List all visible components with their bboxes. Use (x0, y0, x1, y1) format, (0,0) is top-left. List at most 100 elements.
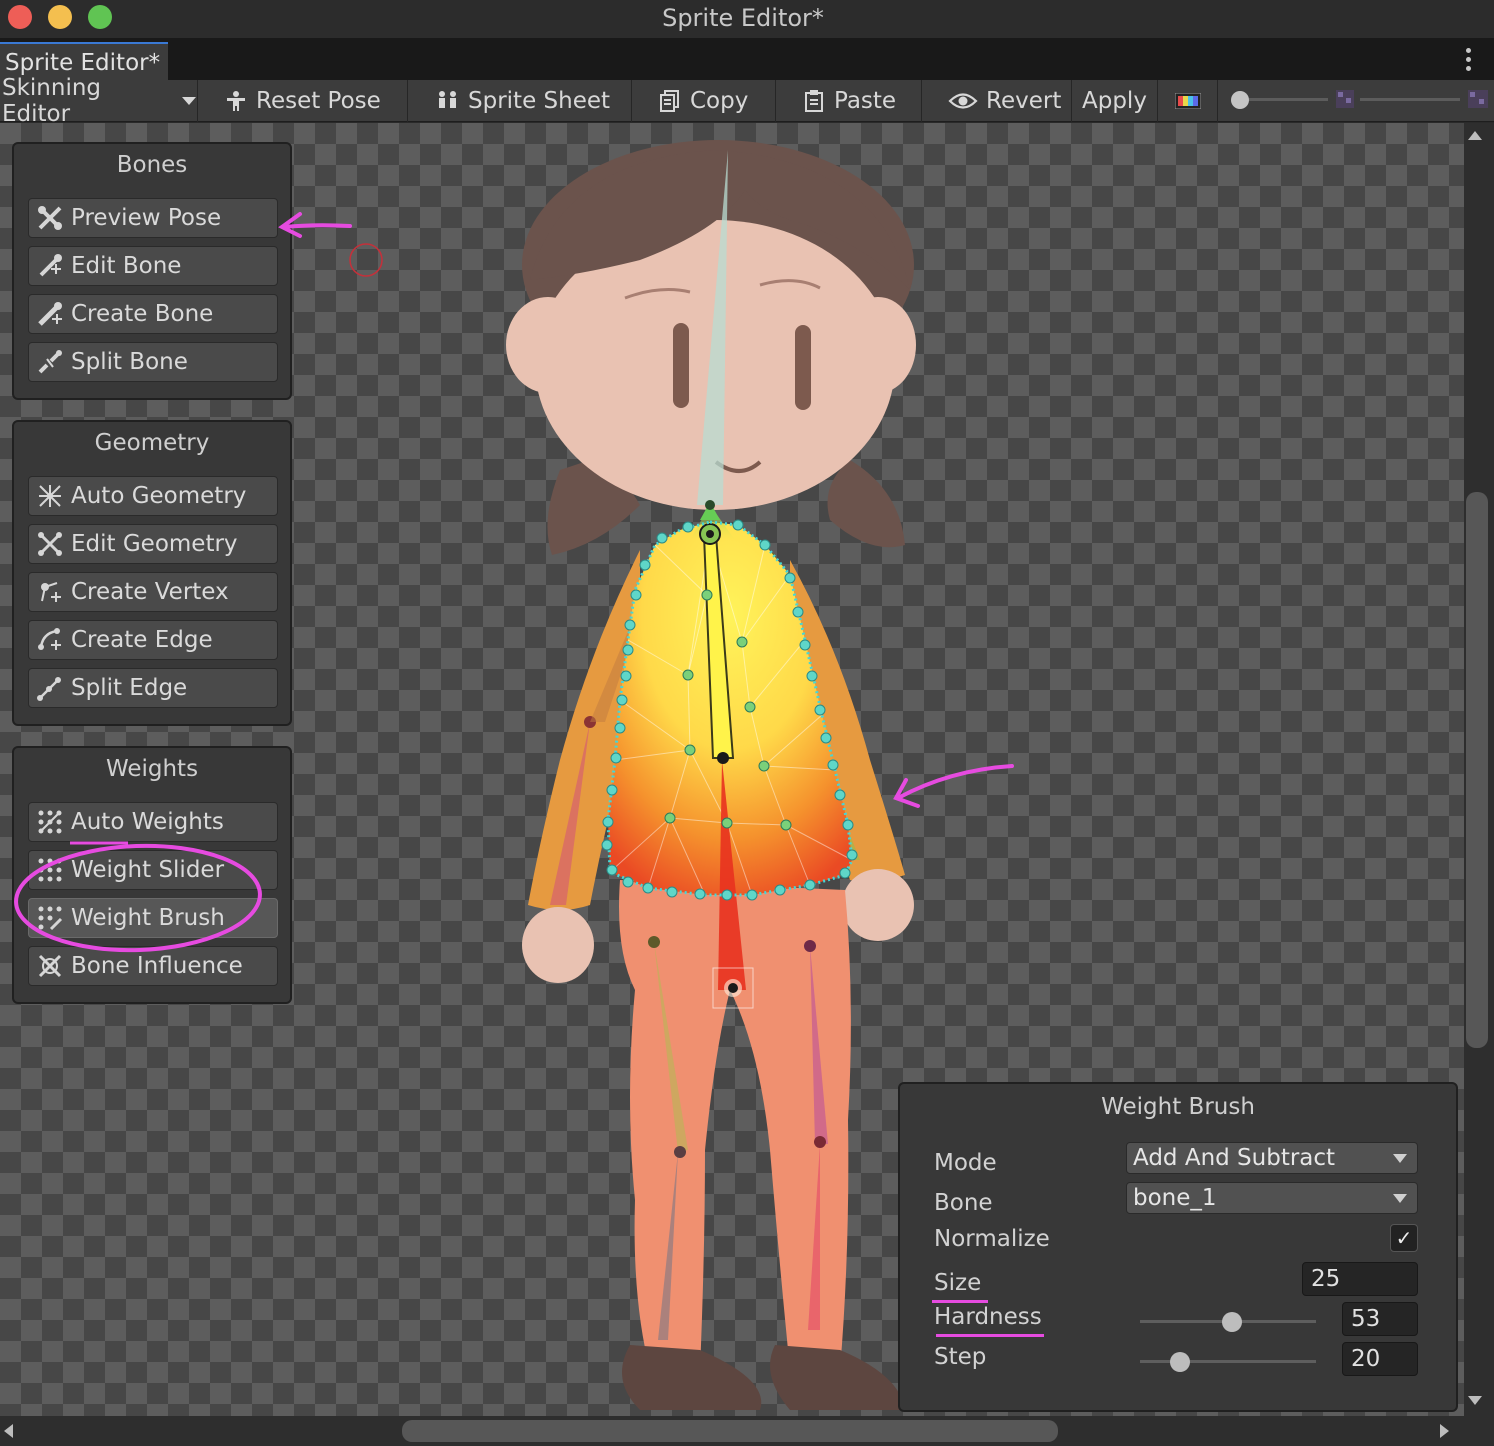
bone-influence-icon (38, 954, 62, 978)
bone-influence-button[interactable]: Bone Influence (28, 946, 278, 986)
color-toggle-button[interactable] (1158, 80, 1218, 122)
hardness-slider-handle[interactable] (1222, 1312, 1242, 1332)
create-edge-label: Create Edge (71, 627, 213, 653)
create-bone-label: Create Bone (71, 301, 214, 327)
eye-icon (948, 93, 978, 109)
split-bone-label: Split Bone (71, 349, 188, 375)
opacity-slider[interactable] (1228, 90, 1328, 110)
auto-geometry-icon (39, 485, 61, 507)
bones-panel: Bones Preview Pose Edit Bone Create Bone… (12, 142, 292, 400)
weight-slider-button[interactable]: Weight Slider (28, 850, 278, 890)
size-field[interactable]: 25 (1302, 1262, 1418, 1296)
horizontal-scroll-thumb[interactable] (402, 1420, 1058, 1442)
weights-panel-title: Weights (105, 756, 199, 782)
hardness-field[interactable]: 53 (1342, 1302, 1418, 1336)
weight-brush-icon (38, 906, 63, 931)
weights-panel: Weights Auto Weights Weight Slider Weigh… (12, 746, 292, 1004)
edit-geometry-label: Edit Geometry (71, 531, 238, 557)
hardness-underline-annotation (936, 1334, 1044, 1337)
apply-label: Apply (1082, 88, 1147, 114)
chevron-down-icon (182, 97, 197, 105)
create-vertex-button[interactable]: Create Vertex (28, 572, 278, 612)
preview-pose-icon (38, 206, 62, 230)
geometry-panel: Geometry Auto Geometry Edit Geometry Cre… (12, 420, 292, 726)
auto-weights-icon (38, 810, 62, 834)
copy-icon (660, 90, 679, 112)
more-menu-icon[interactable] (1466, 48, 1472, 75)
chevron-down-icon (1393, 1194, 1407, 1203)
reset-pose-button[interactable]: Reset Pose (198, 80, 408, 122)
scroll-left-arrow-icon[interactable] (4, 1424, 13, 1438)
mode-dropdown[interactable]: Add And Subtract (1126, 1142, 1418, 1174)
mesh-opacity-slider[interactable] (1360, 90, 1460, 110)
size-label: Size (934, 1270, 982, 1296)
weight-brush-panel: Weight Brush Mode Add And Subtract Bone … (898, 1082, 1458, 1412)
weight-slider-label: Weight Slider (71, 857, 225, 883)
mode-value: Add And Subtract (1133, 1145, 1336, 1171)
split-bone-icon (38, 350, 62, 374)
bone-dropdown[interactable]: bone_1 (1126, 1182, 1418, 1214)
split-edge-button[interactable]: Split Edge (28, 668, 278, 708)
size-underline-annotation (932, 1300, 988, 1303)
bone-value: bone_1 (1133, 1185, 1217, 1211)
weight-brush-title: Weight Brush (1101, 1094, 1255, 1120)
step-label: Step (934, 1344, 987, 1370)
sprite-sheet-button[interactable]: Sprite Sheet (408, 80, 632, 122)
title-bar: Sprite Editor* (0, 0, 1494, 38)
hardness-label: Hardness (934, 1304, 1042, 1330)
scroll-down-arrow-icon[interactable] (1468, 1396, 1482, 1405)
preview-pose-label: Preview Pose (71, 205, 222, 231)
auto-weights-button[interactable]: Auto Weights (28, 802, 278, 842)
geometry-panel-title: Geometry (94, 430, 210, 456)
paste-label: Paste (834, 88, 897, 114)
tab-row: Sprite Editor* (0, 38, 1494, 80)
create-bone-button[interactable]: Create Bone (28, 294, 278, 334)
step-field[interactable]: 20 (1342, 1342, 1418, 1376)
bone-influence-label: Bone Influence (71, 953, 243, 979)
auto-weights-label: Auto Weights (71, 809, 224, 835)
sprite-sheet-label: Sprite Sheet (468, 88, 611, 114)
bones-panel-title: Bones (116, 152, 188, 178)
edit-geometry-icon (38, 532, 62, 556)
create-vertex-label: Create Vertex (71, 579, 229, 605)
sprite-sheet-icon (439, 91, 456, 108)
apply-button[interactable]: Apply (1072, 80, 1158, 122)
paste-button[interactable]: Paste (776, 80, 922, 122)
create-vertex-icon (41, 582, 61, 602)
copy-label: Copy (690, 88, 749, 114)
edit-bone-icon (39, 254, 62, 277)
vertical-scroll-thumb[interactable] (1466, 492, 1488, 1048)
normalize-checkbox[interactable]: ✓ (1390, 1224, 1418, 1252)
create-edge-icon (38, 628, 61, 650)
mesh-visibility-icon[interactable] (1466, 88, 1490, 110)
paste-icon (805, 90, 823, 112)
edit-bone-button[interactable]: Edit Bone (28, 246, 278, 286)
revert-button[interactable]: Revert (922, 80, 1072, 122)
sprite-visibility-icon[interactable] (1334, 88, 1356, 110)
auto-geometry-button[interactable]: Auto Geometry (28, 476, 278, 516)
preview-pose-button[interactable]: Preview Pose (28, 198, 278, 238)
weight-brush-label: Weight Brush (71, 905, 225, 931)
window-title: Sprite Editor* (662, 4, 824, 32)
auto-geometry-label: Auto Geometry (71, 483, 247, 509)
split-edge-icon (37, 677, 61, 701)
split-bone-button[interactable]: Split Bone (28, 342, 278, 382)
revert-label: Revert (986, 88, 1062, 114)
bone-label: Bone (934, 1190, 993, 1216)
split-edge-label: Split Edge (71, 675, 188, 701)
create-edge-button[interactable]: Create Edge (28, 620, 278, 660)
weight-brush-button[interactable]: Weight Brush (28, 898, 278, 938)
edit-geometry-button[interactable]: Edit Geometry (28, 524, 278, 564)
reset-pose-label: Reset Pose (256, 88, 381, 114)
create-bone-icon (38, 302, 62, 326)
color-swatch-icon (1174, 93, 1201, 109)
step-slider-handle[interactable] (1170, 1352, 1190, 1372)
mode-label: Mode (934, 1150, 997, 1176)
copy-button[interactable]: Copy (632, 80, 776, 122)
normalize-label: Normalize (934, 1226, 1050, 1252)
editor-mode-dropdown[interactable]: Skinning Editor (0, 75, 198, 127)
step-slider[interactable] (1140, 1360, 1316, 1363)
scroll-up-arrow-icon[interactable] (1468, 131, 1482, 140)
chevron-down-icon (1393, 1154, 1407, 1163)
scroll-right-arrow-icon[interactable] (1440, 1424, 1449, 1438)
